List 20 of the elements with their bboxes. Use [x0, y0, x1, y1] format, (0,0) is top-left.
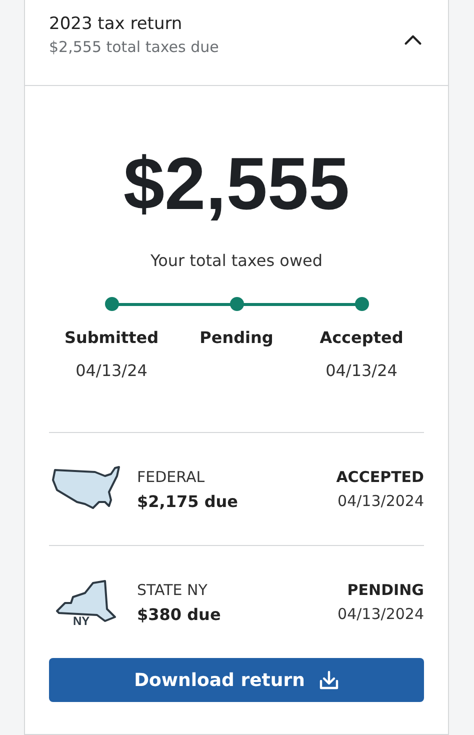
return-status: PENDING [347, 581, 424, 599]
return-amount: $2,175 due [137, 492, 240, 510]
download-button[interactable]: Download return [49, 658, 424, 702]
chevron-icon[interactable] [404, 34, 422, 46]
return-name: FEDERAL [137, 468, 206, 486]
amount-caption: Your total taxes owed [149, 251, 324, 270]
card-title: 2023 tax return [49, 14, 184, 34]
step-date: 04/13/24 [326, 361, 398, 380]
card-subtitle: $2,555 total taxes due [49, 38, 219, 56]
total-amount: $2,555 [122, 142, 351, 226]
return-amount: $380 due [137, 604, 222, 624]
return-status: ACCEPTED [336, 468, 424, 486]
return-name: STATE NY [137, 580, 208, 598]
step-label: Accepted [320, 328, 404, 347]
download-icon [318, 670, 339, 690]
step-label: Submitted [64, 328, 159, 347]
step-label: Pending [200, 328, 274, 347]
return-date: 04/13/2024 [338, 605, 424, 623]
return-date: 04/13/2024 [338, 492, 424, 510]
step-date: 04/13/24 [76, 361, 148, 380]
